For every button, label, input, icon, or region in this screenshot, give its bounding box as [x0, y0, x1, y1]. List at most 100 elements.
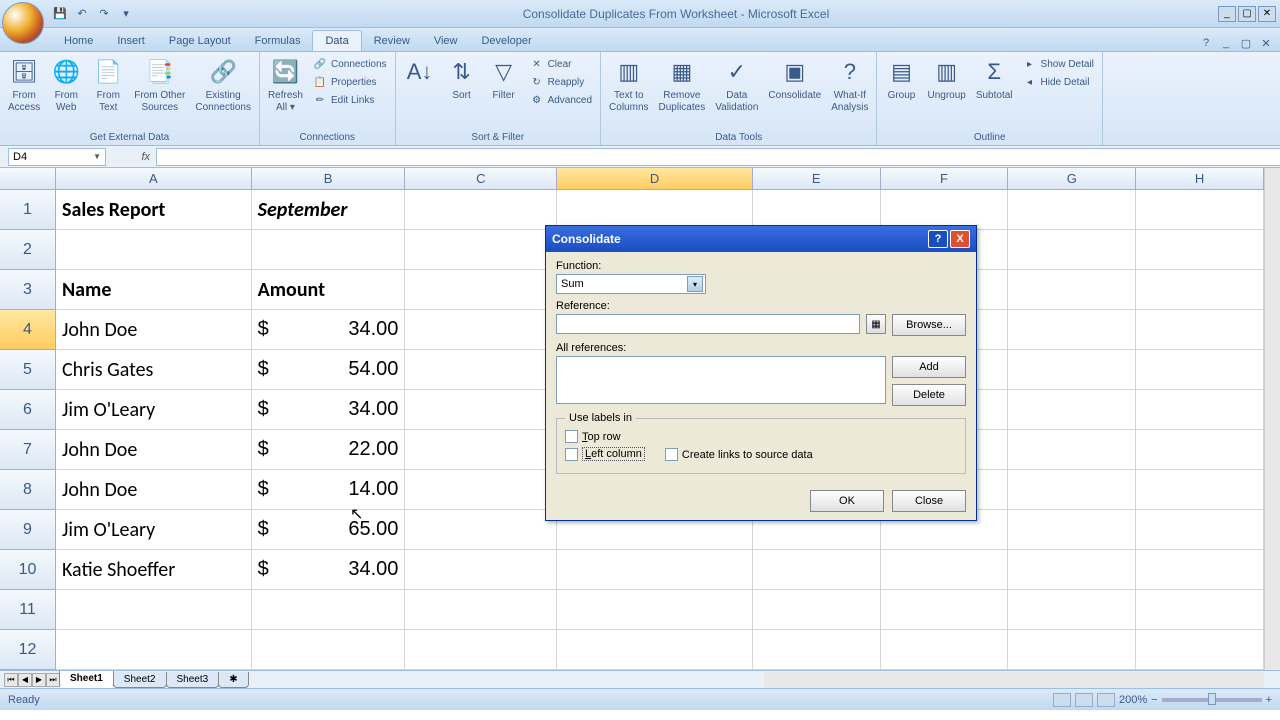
- tab-developer[interactable]: Developer: [469, 31, 543, 51]
- cell-H6[interactable]: [1136, 390, 1264, 430]
- cell-H4[interactable]: [1136, 310, 1264, 350]
- cell-A10[interactable]: Katie Shoeffer: [56, 550, 252, 590]
- ribbon-sort[interactable]: ⇅Sort: [442, 54, 482, 104]
- dialog-close-button[interactable]: X: [950, 230, 970, 248]
- cell-H5[interactable]: [1136, 350, 1264, 390]
- sheet-tab-sheet2[interactable]: Sheet2: [113, 672, 167, 688]
- restore-icon[interactable]: ▢: [1238, 35, 1254, 51]
- cell-F1[interactable]: [881, 190, 1009, 230]
- ribbon-advanced[interactable]: ⚙Advanced: [528, 92, 594, 108]
- row-header-11[interactable]: 11: [0, 590, 56, 630]
- vertical-scrollbar[interactable]: [1264, 168, 1280, 670]
- cell-F11[interactable]: [881, 590, 1009, 630]
- dialog-titlebar[interactable]: Consolidate ? X: [546, 226, 976, 252]
- tab-data[interactable]: Data: [312, 30, 361, 51]
- save-icon[interactable]: 💾: [52, 6, 68, 22]
- undo-icon[interactable]: ↶: [74, 6, 90, 22]
- reference-input[interactable]: [556, 314, 860, 334]
- zoom-out-icon[interactable]: −: [1151, 694, 1157, 706]
- ribbon-group[interactable]: ▤Group: [881, 54, 921, 104]
- ribbon-ungroup[interactable]: ▥Ungroup: [923, 54, 969, 104]
- row-header-1[interactable]: 1: [0, 190, 56, 230]
- ribbon-consolidate[interactable]: ▣Consolidate: [764, 54, 825, 104]
- cell-B5[interactable]: $54.00: [252, 350, 406, 390]
- cell-E1[interactable]: [753, 190, 881, 230]
- range-picker-icon[interactable]: ▦: [866, 314, 886, 334]
- cell-C9[interactable]: [405, 510, 557, 550]
- ribbon-subtotal[interactable]: ΣSubtotal: [972, 54, 1017, 104]
- maximize-button[interactable]: ▢: [1238, 6, 1256, 22]
- cell-H8[interactable]: [1136, 470, 1264, 510]
- ribbon-refresh-all-[interactable]: 🔄RefreshAll ▾: [264, 54, 307, 116]
- cell-G11[interactable]: [1008, 590, 1136, 630]
- col-header-H[interactable]: H: [1136, 168, 1264, 190]
- tab-page-layout[interactable]: Page Layout: [157, 31, 243, 51]
- zoom-slider[interactable]: [1162, 698, 1262, 702]
- cell-D11[interactable]: [557, 590, 753, 630]
- close-doc-icon[interactable]: ✕: [1258, 35, 1274, 51]
- tab-review[interactable]: Review: [362, 31, 422, 51]
- cell-C12[interactable]: [405, 630, 557, 670]
- fx-icon[interactable]: fx: [106, 151, 156, 163]
- cell-F10[interactable]: [881, 550, 1009, 590]
- cell-G7[interactable]: [1008, 430, 1136, 470]
- page-layout-view-icon[interactable]: [1075, 693, 1093, 707]
- cell-D1[interactable]: [557, 190, 753, 230]
- horizontal-scrollbar[interactable]: [764, 672, 1264, 688]
- ribbon-from-other-sources[interactable]: 📑From OtherSources: [130, 54, 189, 116]
- tab-formulas[interactable]: Formulas: [243, 31, 313, 51]
- ribbon-from-web[interactable]: 🌐FromWeb: [46, 54, 86, 116]
- cell-B6[interactable]: $34.00: [252, 390, 406, 430]
- cell-C6[interactable]: [405, 390, 557, 430]
- ok-button[interactable]: OK: [810, 490, 884, 512]
- cell-B1[interactable]: September: [252, 190, 406, 230]
- cell-D10[interactable]: [557, 550, 753, 590]
- ribbon-from-access[interactable]: 🗄FromAccess: [4, 54, 44, 116]
- ribbon-a-[interactable]: A↓: [400, 54, 440, 92]
- cell-A3[interactable]: Name: [56, 270, 252, 310]
- page-break-view-icon[interactable]: [1097, 693, 1115, 707]
- col-header-B[interactable]: B: [252, 168, 406, 190]
- row-header-6[interactable]: 6: [0, 390, 56, 430]
- min-ribbon-icon[interactable]: _: [1218, 35, 1234, 51]
- tab-view[interactable]: View: [422, 31, 470, 51]
- cell-H10[interactable]: [1136, 550, 1264, 590]
- cell-H2[interactable]: [1136, 230, 1264, 270]
- cell-E12[interactable]: [753, 630, 881, 670]
- dialog-help-button[interactable]: ?: [928, 230, 948, 248]
- ribbon-remove-duplicates[interactable]: ▦RemoveDuplicates: [655, 54, 710, 116]
- cell-C3[interactable]: [405, 270, 557, 310]
- office-button[interactable]: [2, 2, 44, 44]
- function-select[interactable]: Sum ▾: [556, 274, 706, 294]
- col-header-C[interactable]: C: [405, 168, 557, 190]
- ribbon-reapply[interactable]: ↻Reapply: [528, 74, 594, 90]
- cell-G9[interactable]: [1008, 510, 1136, 550]
- cell-D12[interactable]: [557, 630, 753, 670]
- cell-B11[interactable]: [252, 590, 406, 630]
- row-header-2[interactable]: 2: [0, 230, 56, 270]
- formula-input[interactable]: [156, 148, 1280, 166]
- cell-H12[interactable]: [1136, 630, 1264, 670]
- cell-H7[interactable]: [1136, 430, 1264, 470]
- row-header-3[interactable]: 3: [0, 270, 56, 310]
- ribbon-filter[interactable]: ▽Filter: [484, 54, 524, 104]
- row-header-8[interactable]: 8: [0, 470, 56, 510]
- col-header-A[interactable]: A: [56, 168, 252, 190]
- cell-A9[interactable]: Jim O'Leary: [56, 510, 252, 550]
- cell-G2[interactable]: [1008, 230, 1136, 270]
- cell-G5[interactable]: [1008, 350, 1136, 390]
- cell-F12[interactable]: [881, 630, 1009, 670]
- cell-G1[interactable]: [1008, 190, 1136, 230]
- qat-icon[interactable]: ▾: [118, 6, 134, 22]
- col-header-F[interactable]: F: [881, 168, 1009, 190]
- cell-A12[interactable]: [56, 630, 252, 670]
- help-icon[interactable]: ?: [1198, 35, 1214, 51]
- cell-G6[interactable]: [1008, 390, 1136, 430]
- cell-A11[interactable]: [56, 590, 252, 630]
- chevron-down-icon[interactable]: ▼: [93, 152, 101, 161]
- cell-C10[interactable]: [405, 550, 557, 590]
- cell-E11[interactable]: [753, 590, 881, 630]
- cell-B12[interactable]: [252, 630, 406, 670]
- chevron-down-icon[interactable]: ▾: [687, 276, 703, 292]
- add-button[interactable]: Add: [892, 356, 966, 378]
